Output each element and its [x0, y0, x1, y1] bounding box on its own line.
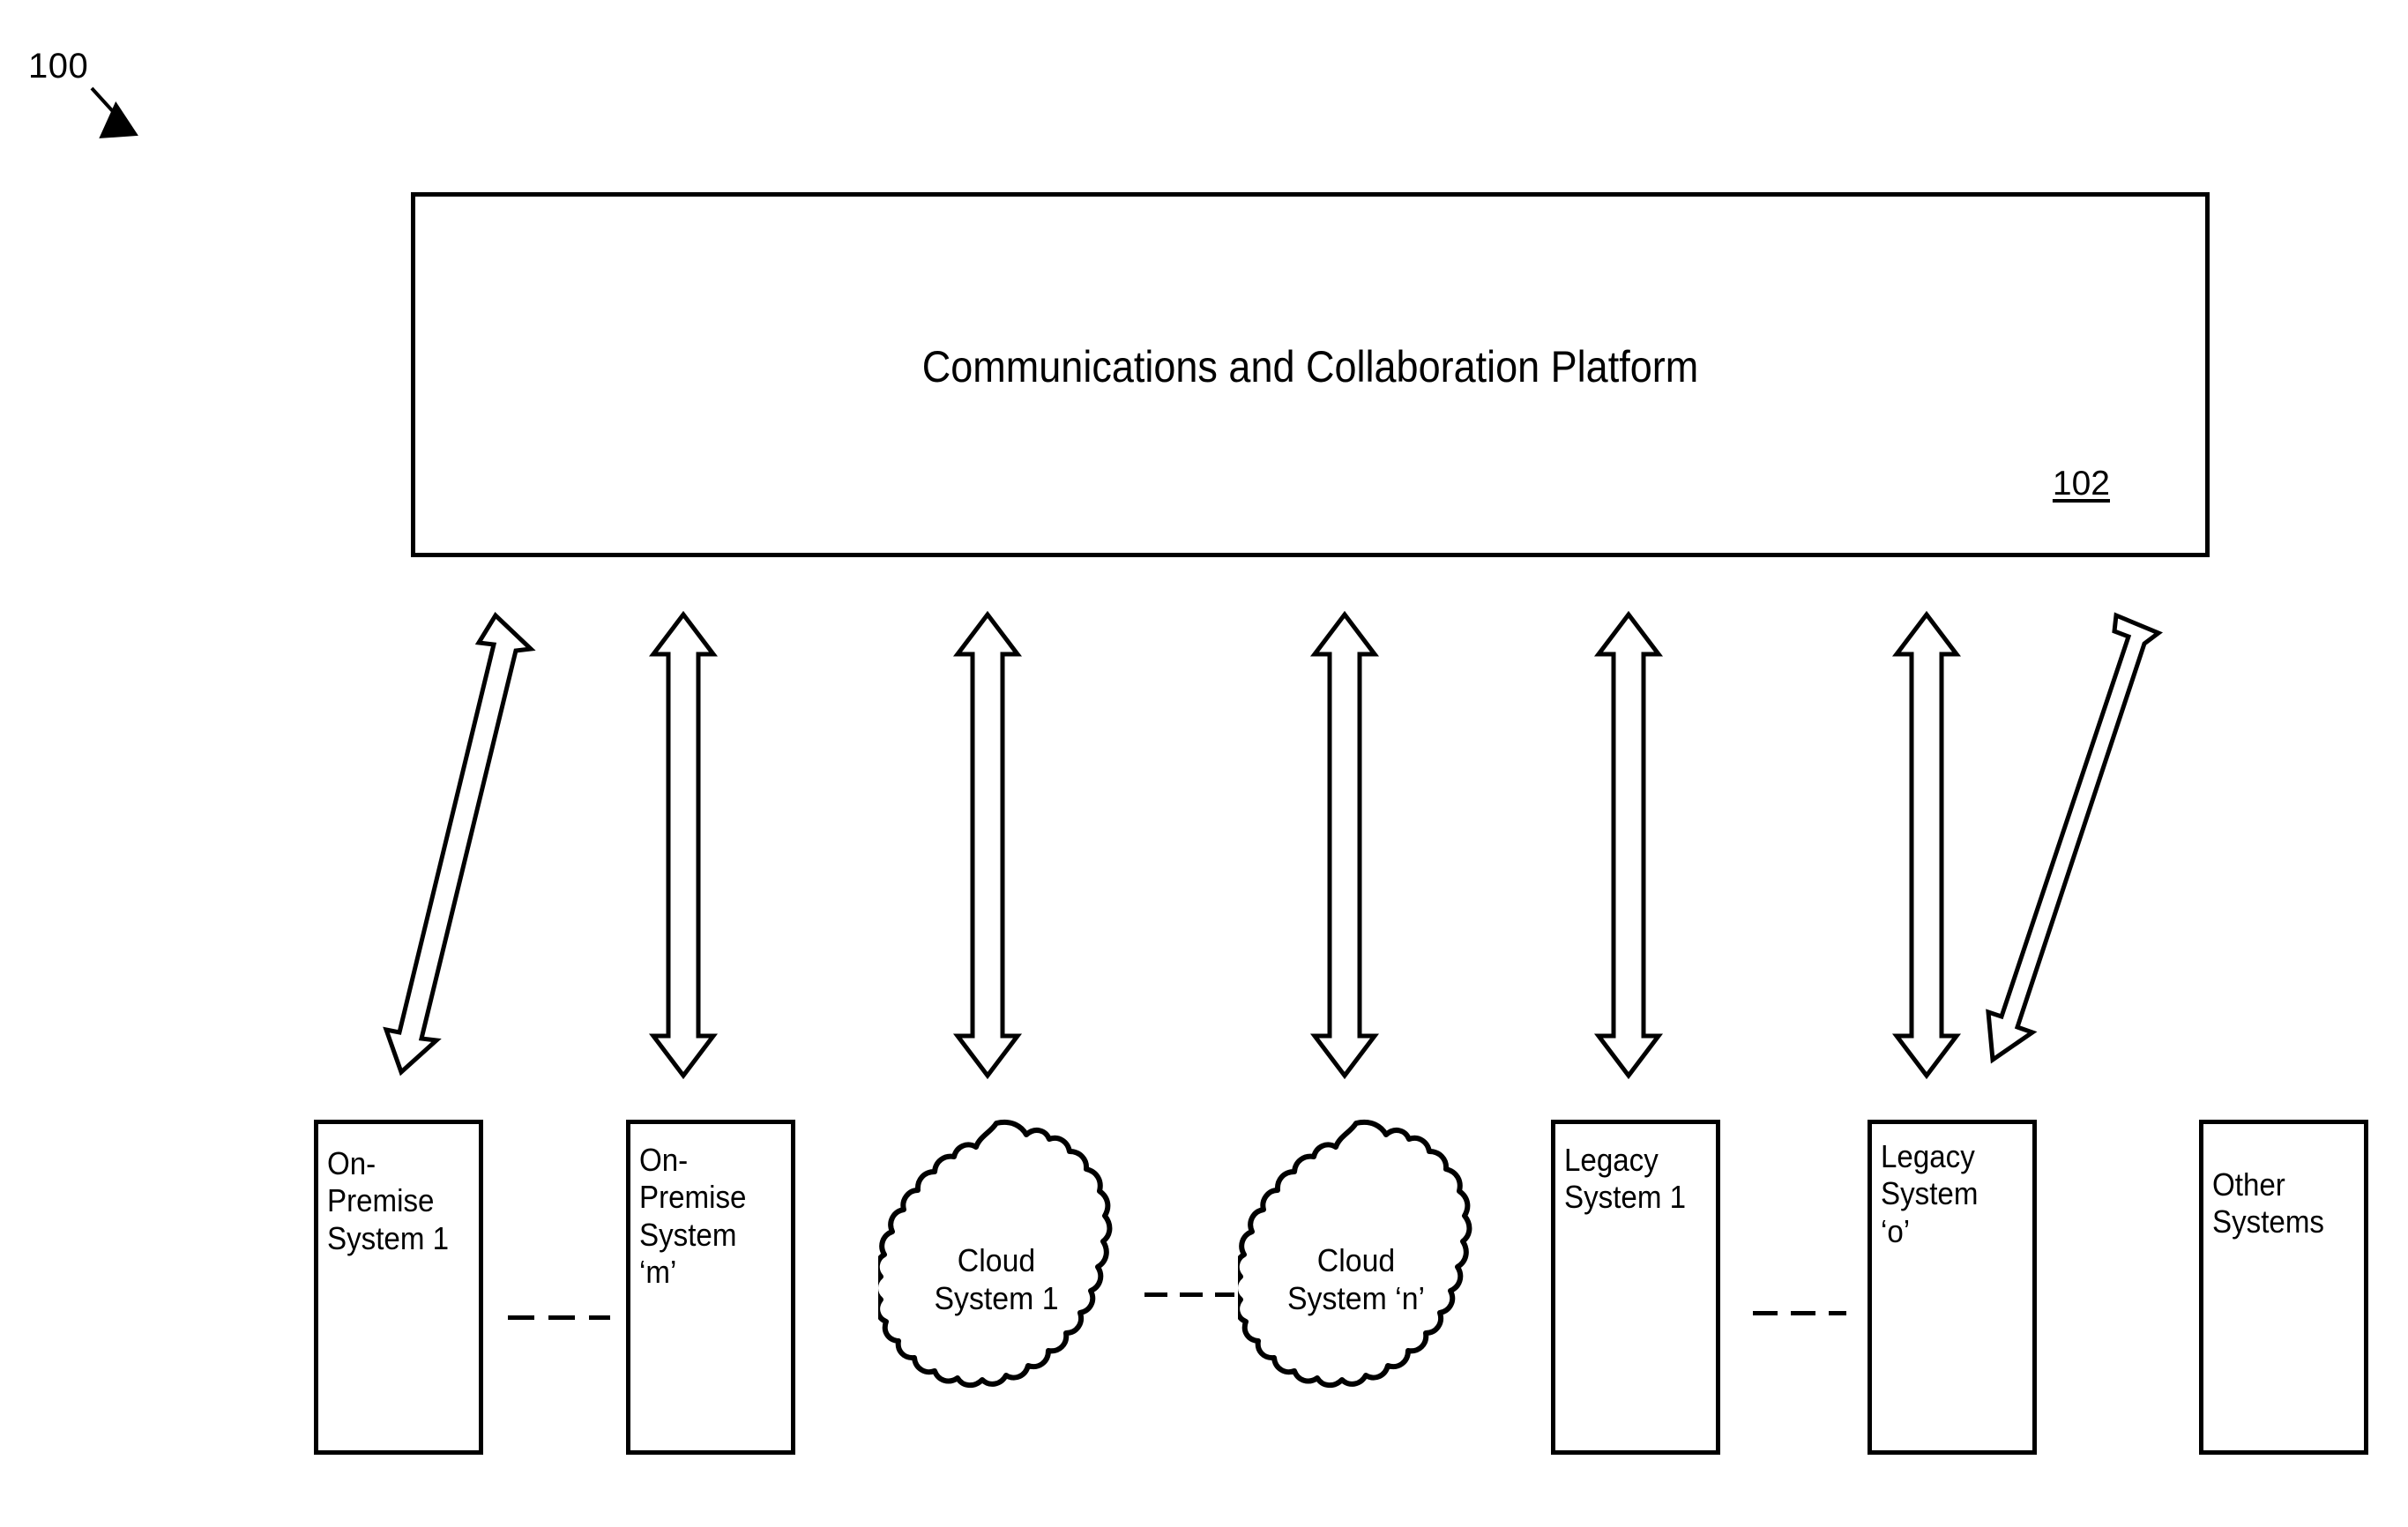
node-legacy-system-o: Legacy System ‘o’ — [1868, 1120, 2037, 1455]
ellipsis-legacy-dash-3 — [1829, 1311, 1846, 1315]
node-cloud-system-n: Cloud System ‘n’ — [1233, 1118, 1474, 1456]
node-label-on-premise-system-1: On- Premise System 1 — [327, 1145, 450, 1256]
node-label-legacy-system-1: Legacy System 1 — [1564, 1142, 1687, 1216]
connector-arrow-legacy-system-1 — [1593, 610, 1664, 1080]
ellipsis-on-premise-dash-1 — [508, 1315, 534, 1320]
node-label-cloud-system-n: Cloud System ‘n’ — [1286, 1242, 1426, 1317]
platform-title: Communications and Collaboration Platfor… — [921, 342, 1699, 391]
figure-number: 100 — [28, 47, 89, 86]
communications-collaboration-platform-box: Communications and Collaboration Platfor… — [411, 192, 2210, 557]
node-other-systems: Other Systems — [2199, 1120, 2368, 1455]
node-on-premise-system-m: On- Premise System ‘m’ — [626, 1120, 795, 1455]
ellipsis-cloud-dash-1 — [1144, 1292, 1167, 1297]
node-label-legacy-system-o: Legacy System ‘o’ — [1881, 1138, 1979, 1249]
platform-reference-numeral: 102 — [2052, 465, 2110, 503]
node-label-cloud-system-1: Cloud System 1 — [934, 1242, 1059, 1317]
connector-arrow-cloud-system-n — [1309, 610, 1380, 1080]
node-legacy-system-1: Legacy System 1 — [1551, 1120, 1720, 1455]
ellipsis-on-premise-dash-3 — [589, 1315, 610, 1320]
patent-figure-100: 100 Communications and Collaboration Pla… — [0, 0, 2408, 1527]
ellipsis-on-premise-dash-2 — [548, 1315, 575, 1320]
connector-arrow-legacy-system-o — [1891, 610, 1962, 1080]
ellipsis-cloud-dash-3 — [1215, 1292, 1234, 1297]
ellipsis-legacy-dash-2 — [1791, 1311, 1815, 1315]
node-label-other-systems: Other Systems — [2212, 1166, 2324, 1240]
connector-arrow-on-premise-system-m — [648, 610, 719, 1080]
connector-arrow-cloud-system-1 — [952, 610, 1023, 1080]
ellipsis-cloud-dash-2 — [1180, 1292, 1203, 1297]
connector-arrow-other-systems — [1986, 612, 2163, 1064]
figure-leader-arrow-icon — [90, 86, 138, 138]
node-on-premise-system-1: On- Premise System 1 — [314, 1120, 483, 1455]
connector-arrow-on-premise-system-1 — [383, 612, 536, 1076]
node-label-on-premise-system-m: On- Premise System ‘m’ — [639, 1142, 747, 1291]
node-cloud-system-1: Cloud System 1 — [873, 1118, 1115, 1456]
ellipsis-legacy-dash-1 — [1753, 1311, 1778, 1315]
